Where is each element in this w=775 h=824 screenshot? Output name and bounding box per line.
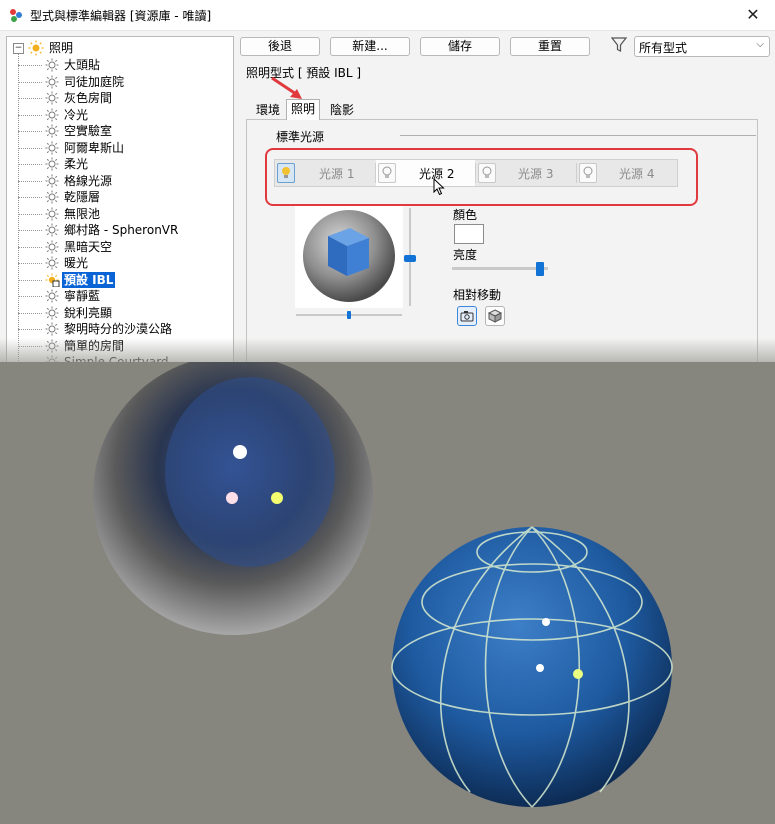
tree-guide-line [18,114,42,116]
tree-item-label: 乾隱層 [64,190,101,204]
style-filter-dropdown[interactable]: 所有型式 ⌵ [634,36,770,57]
vertical-slider-thumb[interactable] [404,255,416,262]
blue-sphere [391,526,673,808]
color-label: 顏色 [453,208,478,222]
color-swatch[interactable] [454,224,484,244]
tree-guide-line [18,180,42,182]
title-bar: 型式與標準編輯器 [資源庫 - 唯讀] ✕ [0,0,775,31]
chevron-down-icon: ⌵ [756,39,764,50]
tree-item-label: 格線光源 [64,173,113,188]
brightness-slider[interactable] [452,267,548,270]
tree-item-label: 暖光 [64,256,89,270]
light-style-icon [44,306,60,324]
tree-guide-line [18,312,42,314]
tree-guide-line [18,147,42,149]
light-style-icon [44,141,60,159]
tree-guide-line [18,65,42,66]
tree-item-label: 寧靜藍 [64,289,101,303]
close-button[interactable]: ✕ [731,0,775,30]
annotation-arrow-icon [271,76,302,99]
tree-item-label: 鄉村路 - SpheronVR [64,223,179,237]
light-style-icon [44,91,60,109]
tree-item-label: 黎明時分的沙漠公路 [64,322,173,336]
camera-relative-button[interactable] [457,306,477,326]
tree-guide-line [18,263,42,264]
style-filter-value: 所有型式 [639,41,688,55]
cube-icon [487,309,503,323]
preview-sphere-icon [303,210,395,302]
tab-environment[interactable]: 環境 [252,101,284,120]
light-style-icon [44,75,60,93]
brightness-slider-thumb[interactable] [536,262,545,276]
tree-guide-line [18,213,42,215]
window-title: 型式與標準編輯器 [資源庫 - 唯讀] [30,9,212,23]
screenshot-fade [0,338,775,362]
light-style-icon [44,240,60,258]
collapse-icon[interactable]: − [13,43,24,54]
tree-root-label: 照明 [49,41,74,55]
light-style-active-icon [44,273,60,291]
chrome-sphere [93,355,373,635]
light-preview[interactable] [295,206,403,308]
tree-guide-line [18,98,42,99]
light-style-icon [44,124,60,142]
tree-item-label: 司徒加庭院 [64,74,125,89]
light-style-icon [44,190,60,208]
filter-icon[interactable] [611,36,627,54]
light-style-icon [44,174,60,192]
annotation-highlight [265,148,698,206]
brightness-label: 亮度 [453,248,478,262]
camera-icon [460,311,474,322]
horizontal-slider-thumb[interactable] [347,311,351,319]
tree-guide-line [18,131,42,132]
light-style-icon [44,58,60,76]
tree-item-label: 冷光 [64,107,89,122]
light-style-icon [44,108,60,126]
tree-guide-line [18,296,42,297]
relative-move-label: 相對移動 [453,288,502,302]
editor-window: 型式與標準編輯器 [資源庫 - 唯讀] ✕ − 照明 大頭貼司徒加庭院灰色房間冷… [0,0,775,362]
tree-guide-line [18,279,42,281]
close-icon: ✕ [746,5,760,24]
tree-item-label: 黑暗天空 [64,239,113,254]
back-button[interactable]: 後退 [240,37,320,56]
group-divider [400,135,756,136]
tree-guide-line [18,230,42,231]
tree-guide-line [18,246,42,248]
standard-lights-label: 標準光源 [276,130,325,144]
reset-button[interactable]: 重置 [510,37,590,56]
render-viewport [0,355,775,821]
tree-guide-line [18,329,42,330]
tree-guide-line [18,197,42,198]
app-logo-icon [10,9,22,22]
tab-shadow[interactable]: 陰影 [326,101,358,120]
tree-item-label: 柔光 [64,157,89,171]
light-style-icon [44,289,60,307]
tree-item-label: 空實驗室 [64,124,113,138]
style-tree[interactable]: − 照明 大頭貼司徒加庭院灰色房間冷光空實驗室阿爾卑斯山柔光格線光源乾隱層無限池… [6,36,234,362]
light-style-icon [44,223,60,241]
lighting-folder-icon [28,40,44,56]
new-button[interactable]: 新建... [330,37,410,56]
tree-item-label: 預設 IBL [62,271,116,288]
light-style-icon [44,157,60,175]
model-relative-button[interactable] [485,306,505,326]
tab-lighting[interactable]: 照明 [286,99,321,120]
tree-item-label: 阿爾卑斯山 [64,140,125,155]
tree-guide-line [18,164,42,165]
tree-guide-line [18,81,42,83]
light-style-icon [44,256,60,274]
light-style-icon [44,207,60,225]
tree-item-label: 銳利亮顯 [64,305,113,320]
save-button[interactable]: 儲存 [420,37,500,56]
tree-item-label: 大頭貼 [64,58,101,72]
tree-item-label: 灰色房間 [64,91,113,105]
tree-item-label: 無限池 [64,206,101,221]
